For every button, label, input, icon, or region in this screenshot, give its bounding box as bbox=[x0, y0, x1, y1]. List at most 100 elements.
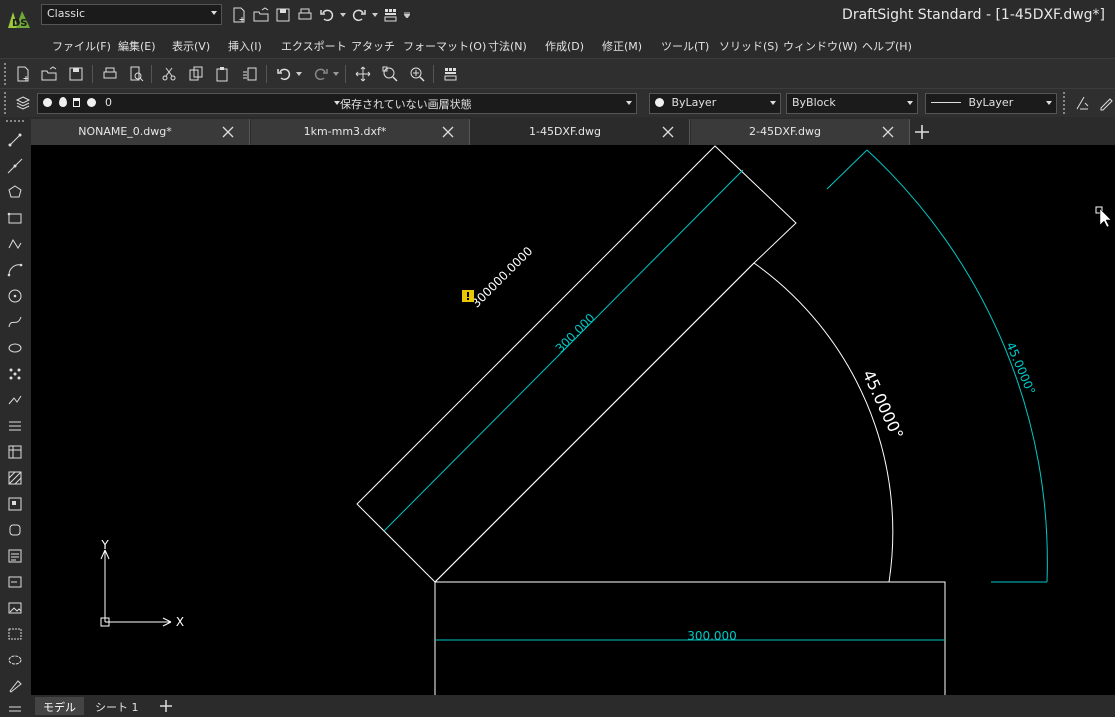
workspace-select[interactable]: Classic bbox=[41, 4, 222, 25]
print-icon[interactable] bbox=[294, 4, 316, 26]
tab-1-45dxf[interactable]: 1-45DXF.dwg bbox=[471, 119, 690, 145]
polyline-icon[interactable] bbox=[4, 233, 26, 255]
paste-icon[interactable] bbox=[212, 63, 234, 85]
tab-noname-0[interactable]: NONAME_0.dwg* bbox=[31, 119, 250, 145]
zoom-window-icon[interactable] bbox=[379, 63, 401, 85]
table-icon[interactable] bbox=[4, 441, 26, 463]
menu-format[interactable]: フォーマット(O) bbox=[403, 38, 486, 54]
color-select[interactable]: ByLayer bbox=[649, 93, 781, 114]
toolbar-grip[interactable] bbox=[4, 63, 8, 85]
properties-panel-icon[interactable] bbox=[440, 63, 462, 85]
draw-toolbar bbox=[0, 117, 31, 717]
revision-cloud-icon[interactable] bbox=[4, 623, 26, 645]
print-icon[interactable] bbox=[99, 63, 121, 85]
menu-modify[interactable]: 修正(M) bbox=[602, 38, 642, 54]
menu-edit[interactable]: 編集(E) bbox=[118, 38, 156, 54]
lineweight-select[interactable]: ByLayer bbox=[925, 93, 1057, 114]
dimension-lines bbox=[383, 149, 1048, 641]
qat-more-icon[interactable] bbox=[402, 4, 412, 26]
chevron-down-icon bbox=[770, 101, 776, 105]
tab-1km-mm3[interactable]: 1km-mm3.dxf* bbox=[251, 119, 470, 145]
add-sheet-icon[interactable] bbox=[158, 698, 174, 714]
open-folder-icon[interactable] bbox=[250, 4, 272, 26]
layer-lock-icon bbox=[73, 98, 80, 107]
hatch-icon[interactable] bbox=[4, 467, 26, 489]
toolbar-separator bbox=[345, 65, 346, 83]
redo-icon[interactable] bbox=[310, 63, 332, 85]
block-insert-icon[interactable] bbox=[4, 493, 26, 515]
note-icon[interactable] bbox=[4, 545, 26, 567]
toolbar-grip[interactable] bbox=[4, 92, 8, 114]
circle-icon[interactable] bbox=[4, 285, 26, 307]
close-icon[interactable] bbox=[661, 125, 675, 139]
inner-arc-dimension bbox=[753, 262, 894, 583]
add-tab-icon[interactable] bbox=[911, 121, 933, 143]
cloud-icon[interactable] bbox=[4, 649, 26, 671]
toolbar-grip[interactable] bbox=[1063, 92, 1067, 114]
layout-tabs: モデル シート 1 bbox=[31, 695, 1115, 717]
image-attach-icon[interactable] bbox=[4, 597, 26, 619]
drawing-canvas[interactable]: 300.000 300.000 300000.0000 45.0000° 45.… bbox=[31, 145, 1115, 695]
undo-icon[interactable] bbox=[316, 4, 338, 26]
save-icon[interactable] bbox=[272, 4, 294, 26]
close-icon[interactable] bbox=[881, 125, 895, 139]
menu-solid[interactable]: ソリッド(S) bbox=[719, 38, 779, 54]
multiline-icon[interactable] bbox=[4, 415, 26, 437]
menu-tools[interactable]: ツール(T) bbox=[661, 38, 709, 54]
tab-2-45dxf[interactable]: 2-45DXF.dwg bbox=[691, 119, 910, 145]
region-icon[interactable] bbox=[4, 519, 26, 541]
toolbar-separator bbox=[92, 65, 93, 83]
polygon-icon[interactable] bbox=[4, 181, 26, 203]
undo-dropdown-icon[interactable] bbox=[338, 4, 348, 26]
close-icon[interactable] bbox=[441, 125, 455, 139]
tab-sheet-1[interactable]: シート 1 bbox=[87, 697, 147, 715]
menu-file[interactable]: ファイル(F) bbox=[52, 38, 111, 54]
toolbar-grip[interactable] bbox=[6, 120, 24, 122]
smart-pen-icon[interactable] bbox=[4, 675, 26, 697]
draw-order-icon[interactable] bbox=[1096, 92, 1115, 114]
infinite-line-icon[interactable] bbox=[4, 155, 26, 177]
customize-icon[interactable] bbox=[380, 4, 402, 26]
pan-icon[interactable] bbox=[352, 63, 374, 85]
layer-select[interactable]: 0 保存されていない画層状態 bbox=[37, 93, 637, 114]
undo-dropdown-icon[interactable] bbox=[294, 63, 304, 85]
redo-dropdown-icon[interactable] bbox=[370, 4, 380, 26]
more-tools-icon[interactable] bbox=[4, 701, 26, 717]
menu-export[interactable]: エクスポート bbox=[281, 38, 347, 54]
new-file-icon[interactable] bbox=[228, 4, 250, 26]
redo-icon[interactable] bbox=[348, 4, 370, 26]
spline-icon[interactable] bbox=[4, 311, 26, 333]
redo-dropdown-icon[interactable] bbox=[331, 63, 341, 85]
linetype-select[interactable]: ByBlock bbox=[786, 93, 918, 114]
draftsight-logo[interactable]: DS bbox=[4, 6, 34, 34]
menu-view[interactable]: 表示(V) bbox=[172, 38, 210, 54]
menu-insert[interactable]: 挿入(I) bbox=[228, 38, 262, 54]
print-preview-icon[interactable] bbox=[125, 63, 147, 85]
menu-help[interactable]: ヘルプ(H) bbox=[862, 38, 912, 54]
menu-bar: ファイル(F) 編集(E) 表示(V) 挿入(I) エクスポート アタッチ フォ… bbox=[0, 34, 1115, 58]
tab-model[interactable]: モデル bbox=[35, 697, 84, 715]
zoom-realtime-icon[interactable] bbox=[406, 63, 428, 85]
arc-icon[interactable] bbox=[4, 259, 26, 281]
copy-icon[interactable] bbox=[185, 63, 207, 85]
menu-draw[interactable]: 作成(D) bbox=[545, 38, 584, 54]
menu-window[interactable]: ウィンドウ(W) bbox=[783, 38, 857, 54]
spline-fit-icon[interactable] bbox=[4, 389, 26, 411]
menu-dimension[interactable]: 寸法(N) bbox=[488, 38, 527, 54]
point-icon[interactable] bbox=[4, 363, 26, 385]
simple-note-icon[interactable] bbox=[4, 571, 26, 593]
save-icon[interactable] bbox=[65, 63, 87, 85]
undo-icon[interactable] bbox=[273, 63, 295, 85]
warning-icon[interactable] bbox=[462, 290, 474, 302]
close-icon[interactable] bbox=[221, 125, 235, 139]
open-folder-icon[interactable] bbox=[38, 63, 60, 85]
layer-manager-icon[interactable] bbox=[12, 92, 34, 114]
line-icon[interactable] bbox=[4, 129, 26, 151]
new-file-icon[interactable] bbox=[12, 63, 34, 85]
lineweight-toggle-icon[interactable] bbox=[1071, 92, 1093, 114]
match-properties-icon[interactable] bbox=[239, 63, 261, 85]
ellipse-icon[interactable] bbox=[4, 337, 26, 359]
menu-attach[interactable]: アタッチ bbox=[351, 38, 395, 54]
rectangle-icon[interactable] bbox=[4, 207, 26, 229]
cut-icon[interactable] bbox=[158, 63, 180, 85]
